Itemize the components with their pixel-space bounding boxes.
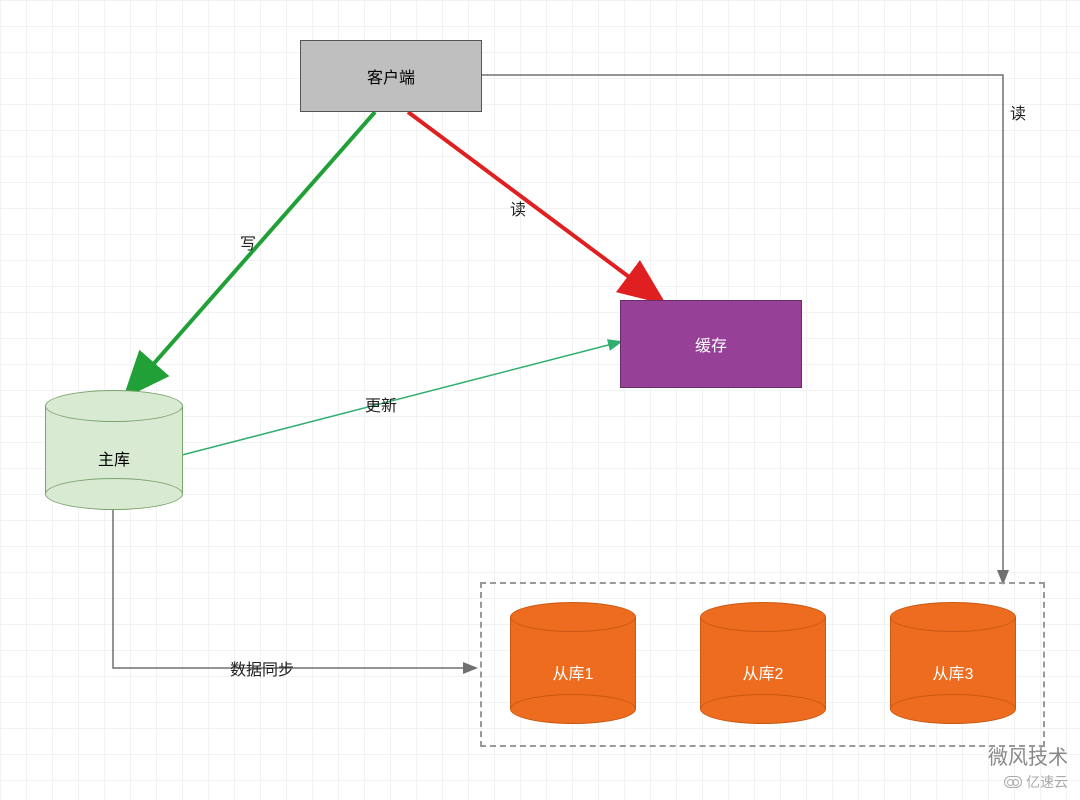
node-master-label: 主库 xyxy=(45,446,183,470)
edge-sync xyxy=(113,510,475,668)
edge-read-cache xyxy=(408,112,660,300)
node-replica3: 从库3 xyxy=(890,602,1016,724)
node-cache: 缓存 xyxy=(620,300,802,388)
label-read-db: 读 xyxy=(1010,100,1026,124)
node-master: 主库 xyxy=(45,390,183,510)
edge-update xyxy=(182,342,620,455)
label-update: 更新 xyxy=(365,392,397,416)
node-cache-label: 缓存 xyxy=(695,332,727,356)
label-read-cache: 读 xyxy=(510,196,526,220)
node-replica2-label: 从库2 xyxy=(700,660,826,684)
watermark-line2: 亿速云 xyxy=(1026,772,1068,792)
label-write: 写 xyxy=(240,230,256,254)
node-replica3-label: 从库3 xyxy=(890,660,1016,684)
node-client-label: 客户端 xyxy=(367,64,415,88)
label-sync: 数据同步 xyxy=(230,656,294,680)
node-replica1: 从库1 xyxy=(510,602,636,724)
watermark: 微风技术 亿速云 xyxy=(988,741,1068,792)
node-replica2: 从库2 xyxy=(700,602,826,724)
watermark-icon xyxy=(1004,776,1022,788)
watermark-line1: 微风技术 xyxy=(988,741,1068,770)
node-client: 客户端 xyxy=(300,40,482,112)
node-replica1-label: 从库1 xyxy=(510,660,636,684)
